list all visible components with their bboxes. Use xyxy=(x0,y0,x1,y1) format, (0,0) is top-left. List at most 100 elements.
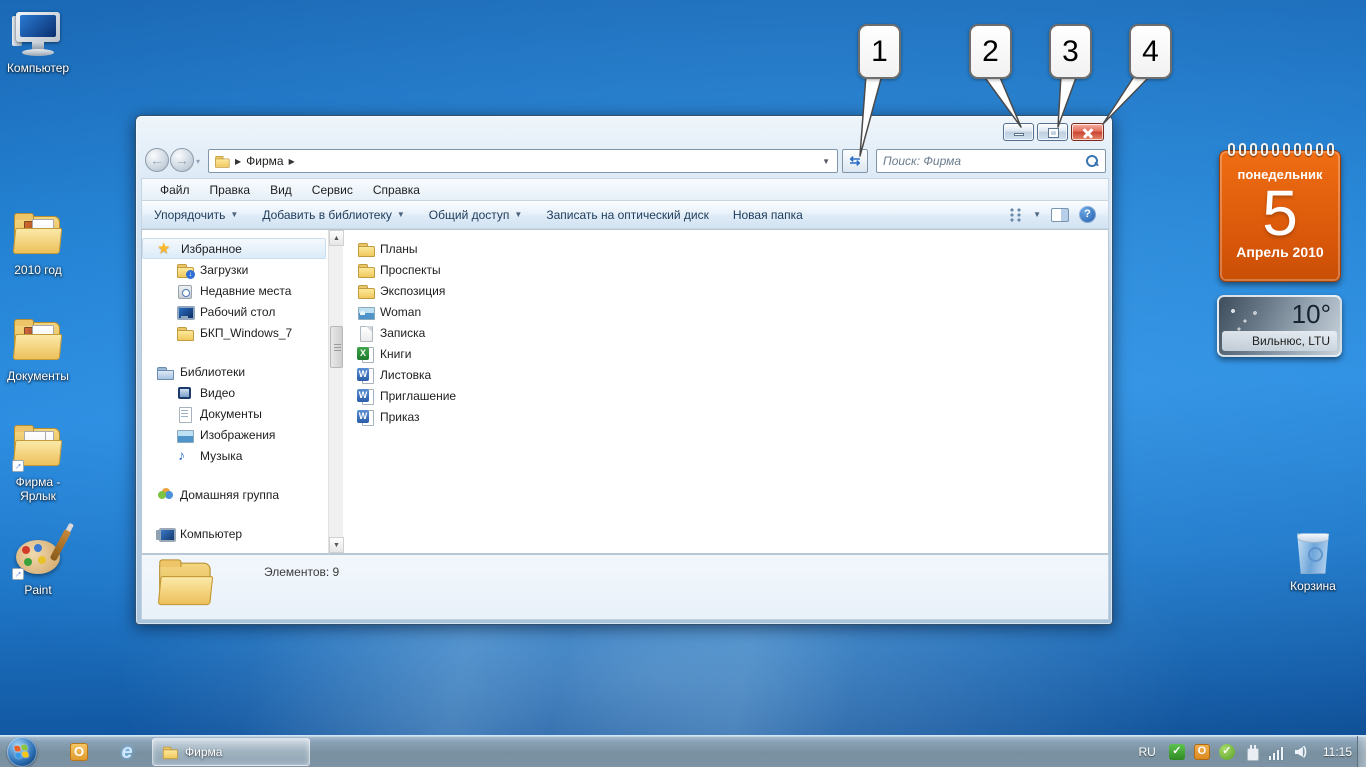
desktop-icon-label: Корзина xyxy=(1275,579,1351,593)
nav-item-music[interactable]: Музыка xyxy=(142,445,328,466)
breadcrumb-item[interactable]: Фирма xyxy=(246,154,283,168)
desktop-icon-label: Фирма - Ярлык xyxy=(0,475,76,503)
scroll-up-arrow-icon[interactable]: ▲ xyxy=(329,230,344,246)
organize-button[interactable]: Упорядочить▼ xyxy=(142,208,250,222)
nav-item-video[interactable]: Видео xyxy=(142,382,328,403)
menu-view[interactable]: Вид xyxy=(260,183,302,197)
preview-pane-icon[interactable] xyxy=(1051,208,1069,222)
antivirus-tray-icon[interactable]: ✓ xyxy=(1169,744,1185,760)
network-signal-icon[interactable] xyxy=(1269,747,1285,760)
recent-pages-chevron[interactable]: ▾ xyxy=(196,157,200,166)
desktop-icon-2010-folder[interactable]: 2010 год xyxy=(0,212,76,277)
address-breadcrumb[interactable]: ▶ Фирма ▶ ▼ xyxy=(208,149,838,173)
desktop-icon-computer[interactable]: Компьютер xyxy=(0,10,76,75)
scroll-down-arrow-icon[interactable]: ▼ xyxy=(329,537,344,553)
file-item[interactable]: Экспозиция xyxy=(357,280,1108,301)
file-item[interactable]: WПриказ xyxy=(357,406,1108,427)
excel-file-icon: X xyxy=(357,346,374,362)
show-desktop-button[interactable] xyxy=(1357,736,1366,767)
file-item[interactable]: Проспекты xyxy=(357,259,1108,280)
outlook-taskbar-icon[interactable]: O xyxy=(70,743,88,761)
file-item[interactable]: WПриглашение xyxy=(357,385,1108,406)
search-input[interactable] xyxy=(883,154,1085,168)
desktop-icon-paint[interactable]: Paint xyxy=(0,532,76,597)
back-button[interactable]: ← xyxy=(145,148,169,172)
burn-button[interactable]: Записать на оптический диск xyxy=(534,208,721,222)
file-item[interactable]: Woman xyxy=(357,301,1108,322)
folder-icon xyxy=(357,241,374,257)
taskbar-clock[interactable]: 11:15 xyxy=(1323,745,1352,759)
file-item[interactable]: WЛистовка xyxy=(357,364,1108,385)
nav-item-homegroup[interactable]: Домашняя группа xyxy=(142,484,328,505)
address-dropdown-icon[interactable]: ▼ xyxy=(822,157,833,166)
menu-help[interactable]: Справка xyxy=(363,183,430,197)
computer-icon xyxy=(12,10,64,58)
folder-icon xyxy=(176,325,193,341)
share-button[interactable]: Общий доступ▼ xyxy=(417,208,535,222)
text-file-icon xyxy=(357,325,374,341)
document-icon xyxy=(176,406,193,422)
file-item[interactable]: Планы xyxy=(357,238,1108,259)
new-folder-button[interactable]: Новая папка xyxy=(721,208,815,222)
image-file-icon xyxy=(357,304,374,320)
firma-taskbar-button[interactable]: Фирма xyxy=(152,738,310,766)
weather-location: Вильнюс, LTU xyxy=(1252,334,1330,348)
maximize-button[interactable] xyxy=(1037,123,1068,141)
desktop-icon-recycle-bin[interactable]: Корзина xyxy=(1275,528,1351,593)
menu-file[interactable]: Файл xyxy=(150,183,200,197)
forward-button[interactable]: → xyxy=(170,148,194,172)
recent-places-icon xyxy=(176,283,193,299)
language-indicator[interactable]: RU xyxy=(1139,745,1156,759)
breadcrumb-caret[interactable]: ▶ xyxy=(289,157,295,166)
help-icon[interactable]: ? xyxy=(1079,206,1096,223)
view-dropdown-arrow-icon[interactable]: ▼ xyxy=(1033,210,1041,219)
refresh-button[interactable]: ⇆ xyxy=(842,149,868,173)
callout-4: 4 xyxy=(1129,24,1172,79)
callout-1: 1 xyxy=(858,24,901,79)
video-icon xyxy=(176,385,193,401)
nav-item-pictures[interactable]: Изображения xyxy=(142,424,328,445)
folder-icon xyxy=(214,154,228,168)
close-button[interactable] xyxy=(1071,123,1104,141)
security-status-tray-icon[interactable]: ✓ xyxy=(1219,744,1235,760)
explorer-window: ← → ▾ ▶ Фирма ▶ ▼ ⇆ Файл Правка Вид Серв… xyxy=(135,115,1113,625)
menu-tools[interactable]: Сервис xyxy=(302,183,363,197)
volume-icon[interactable] xyxy=(1294,744,1310,760)
menu-edit[interactable]: Правка xyxy=(200,183,261,197)
desktop-monitor-icon xyxy=(176,304,193,320)
add-to-library-button[interactable]: Добавить в библиотеку▼ xyxy=(250,208,416,222)
folder-icon xyxy=(157,558,215,612)
desktop-icon-firma-shortcut[interactable]: Фирма - Ярлык xyxy=(0,424,76,503)
power-plug-tray-icon[interactable] xyxy=(1244,744,1260,760)
nav-item-downloads[interactable]: ↓Загрузки xyxy=(142,259,328,280)
folder-icon xyxy=(12,212,64,260)
file-list: Планы Проспекты Экспозиция Woman Записка… xyxy=(343,230,1108,553)
scrollbar-thumb[interactable] xyxy=(330,326,343,368)
nav-item-documents[interactable]: Документы xyxy=(142,403,328,424)
start-button[interactable] xyxy=(7,737,37,767)
file-item[interactable]: Записка xyxy=(357,322,1108,343)
shortcut-arrow-icon xyxy=(12,460,24,472)
search-box[interactable] xyxy=(876,149,1106,173)
word-file-icon: W xyxy=(357,388,374,404)
minimize-button[interactable] xyxy=(1003,123,1034,141)
weather-gadget[interactable]: 10° Вильнюс, LTU xyxy=(1217,295,1342,357)
navigation-scrollbar[interactable]: ▲ ▼ xyxy=(328,230,343,553)
internet-explorer-icon[interactable]: e xyxy=(118,743,136,761)
desktop-icon-documents-folder[interactable]: Документы xyxy=(0,318,76,383)
calendar-spiral-binding xyxy=(1228,143,1334,156)
nav-item-favorites[interactable]: Избранное xyxy=(142,238,326,259)
nav-item-bkp-windows7[interactable]: БКП_Windows_7 xyxy=(142,322,328,343)
change-view-icon[interactable] xyxy=(1009,208,1023,222)
desktop-icon-label: Документы xyxy=(0,369,76,383)
desktop-icon-label: 2010 год xyxy=(0,263,76,277)
nav-item-desktop[interactable]: Рабочий стол xyxy=(142,301,328,322)
address-bar-row: ← → ▾ ▶ Фирма ▶ ▼ ⇆ xyxy=(136,146,1112,176)
nav-item-computer[interactable]: Компьютер xyxy=(142,523,328,544)
nav-item-recent-places[interactable]: Недавние места xyxy=(142,280,328,301)
calendar-gadget[interactable]: понедельник 5 Апрель 2010 xyxy=(1219,150,1341,282)
folder-icon xyxy=(12,318,64,366)
nav-item-libraries[interactable]: Библиотеки xyxy=(142,361,328,382)
file-item[interactable]: XКниги xyxy=(357,343,1108,364)
outlook-tray-icon[interactable]: O xyxy=(1194,744,1210,760)
